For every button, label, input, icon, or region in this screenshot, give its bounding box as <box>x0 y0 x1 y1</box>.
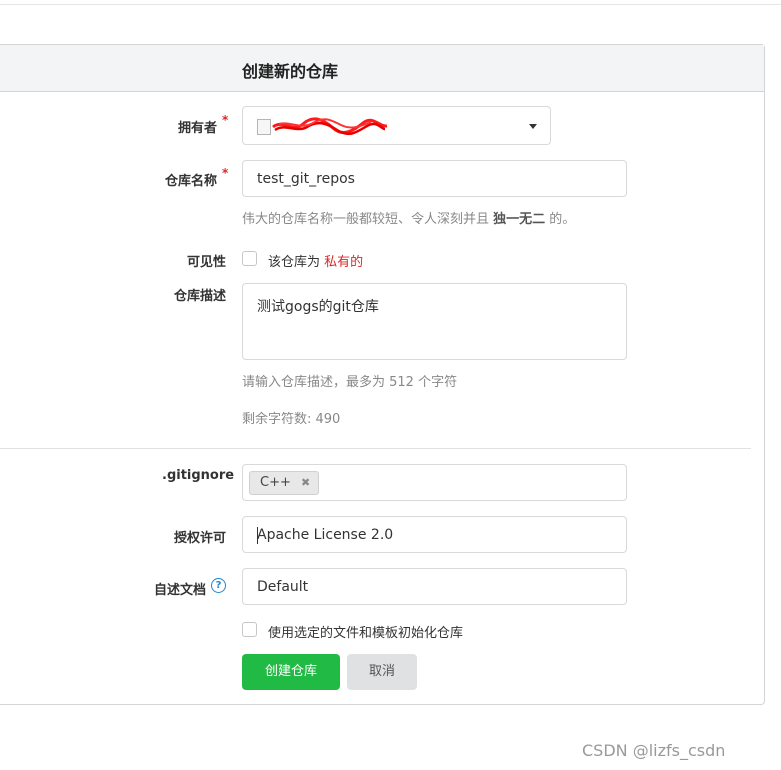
help-text-part2: 的。 <box>545 212 576 227</box>
remaining-chars: 剩余字符数: 490 <box>242 412 341 427</box>
private-checkbox-label: 该仓库为 私有的 <box>268 251 363 270</box>
gitignore-select[interactable]: C++ ✖ <box>242 464 627 501</box>
redacted-owner-name <box>272 117 388 136</box>
close-icon[interactable]: ✖ <box>301 476 310 489</box>
watermark: CSDN @lizfs_csdn <box>582 741 726 760</box>
gitignore-tag-label: C++ <box>260 475 291 490</box>
description-label: 仓库描述 <box>174 289 227 304</box>
create-repo-button[interactable]: 创建仓库 <box>242 654 340 690</box>
auto-init-checkbox[interactable] <box>242 622 257 637</box>
license-value: Apache License 2.0 <box>257 527 394 543</box>
repo-name-help: 伟大的仓库名称一般都较短、令人深刻并且 独一无二 的。 <box>242 208 575 227</box>
visibility-label: 可见性 <box>187 255 227 270</box>
readme-value: Default <box>257 579 309 595</box>
license-label: 授权许可 <box>174 531 227 546</box>
repo-name-input[interactable]: test_git_repos <box>242 160 627 197</box>
help-text-emphasis: 独一无二 <box>493 212 546 227</box>
private-text: 该仓库为 <box>268 255 325 270</box>
required-mark: * <box>222 113 229 127</box>
repo-name-value: test_git_repos <box>257 171 355 187</box>
license-select[interactable]: Apache License 2.0 <box>242 516 627 553</box>
owner-label: 拥有者 * <box>178 113 228 136</box>
auto-init-label: 使用选定的文件和模板初始化仓库 <box>268 626 464 641</box>
owner-label-text: 拥有者 <box>178 121 218 136</box>
gitignore-label: .gitignore <box>162 468 235 483</box>
readme-label-text: 自述文档 <box>154 583 207 598</box>
private-checkbox[interactable] <box>242 251 257 266</box>
required-mark: * <box>222 166 229 180</box>
help-text-part1: 伟大的仓库名称一般都较短、令人深刻并且 <box>242 212 494 227</box>
cancel-button[interactable]: 取消 <box>347 654 417 690</box>
description-value: 测试gogs的git仓库 <box>257 299 379 315</box>
readme-label: 自述文档 <box>154 579 206 598</box>
owner-avatar <box>257 119 271 135</box>
private-emphasis: 私有的 <box>324 255 364 270</box>
page-title: 创建新的仓库 <box>242 62 339 81</box>
divider <box>0 448 751 449</box>
description-textarea[interactable]: 测试gogs的git仓库 <box>242 283 627 360</box>
readme-select[interactable]: Default <box>242 568 627 605</box>
chevron-down-icon <box>529 124 537 129</box>
top-border <box>0 0 781 5</box>
repo-name-label: 仓库名称 * <box>165 166 228 189</box>
description-help: 请输入仓库描述，最多为 512 个字符 <box>242 375 458 390</box>
repo-name-label-text: 仓库名称 <box>165 174 218 189</box>
owner-dropdown[interactable] <box>242 106 551 145</box>
form-header: 创建新的仓库 <box>0 45 764 92</box>
question-circle-icon[interactable]: ? <box>211 578 226 593</box>
gitignore-tag: C++ ✖ <box>249 471 320 495</box>
